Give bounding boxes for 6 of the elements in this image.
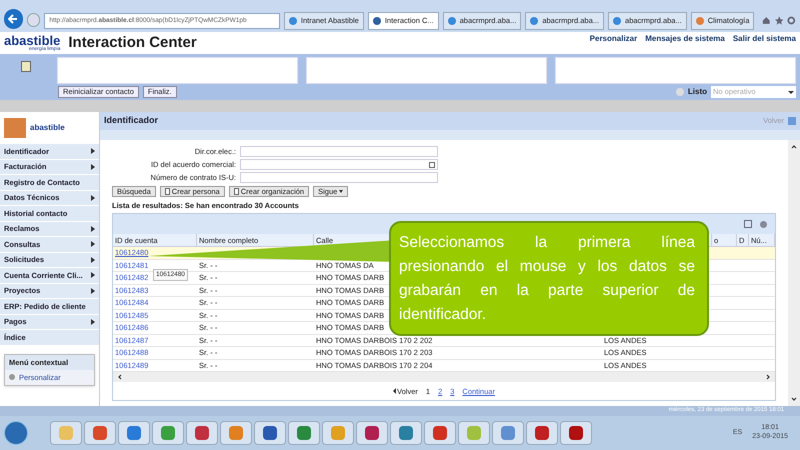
status-label: Listo [688, 86, 707, 98]
sidebar-logo-text: abastible [30, 122, 65, 134]
app-title: Interaction Center [68, 32, 197, 53]
callout-text: Seleccionamos la primera línea presionando el mouse y los datos se grabarán en la parte superior de identificador. [399, 232, 695, 324]
content-title: Identificador [104, 114, 158, 128]
logo-text: abastible [4, 34, 60, 47]
